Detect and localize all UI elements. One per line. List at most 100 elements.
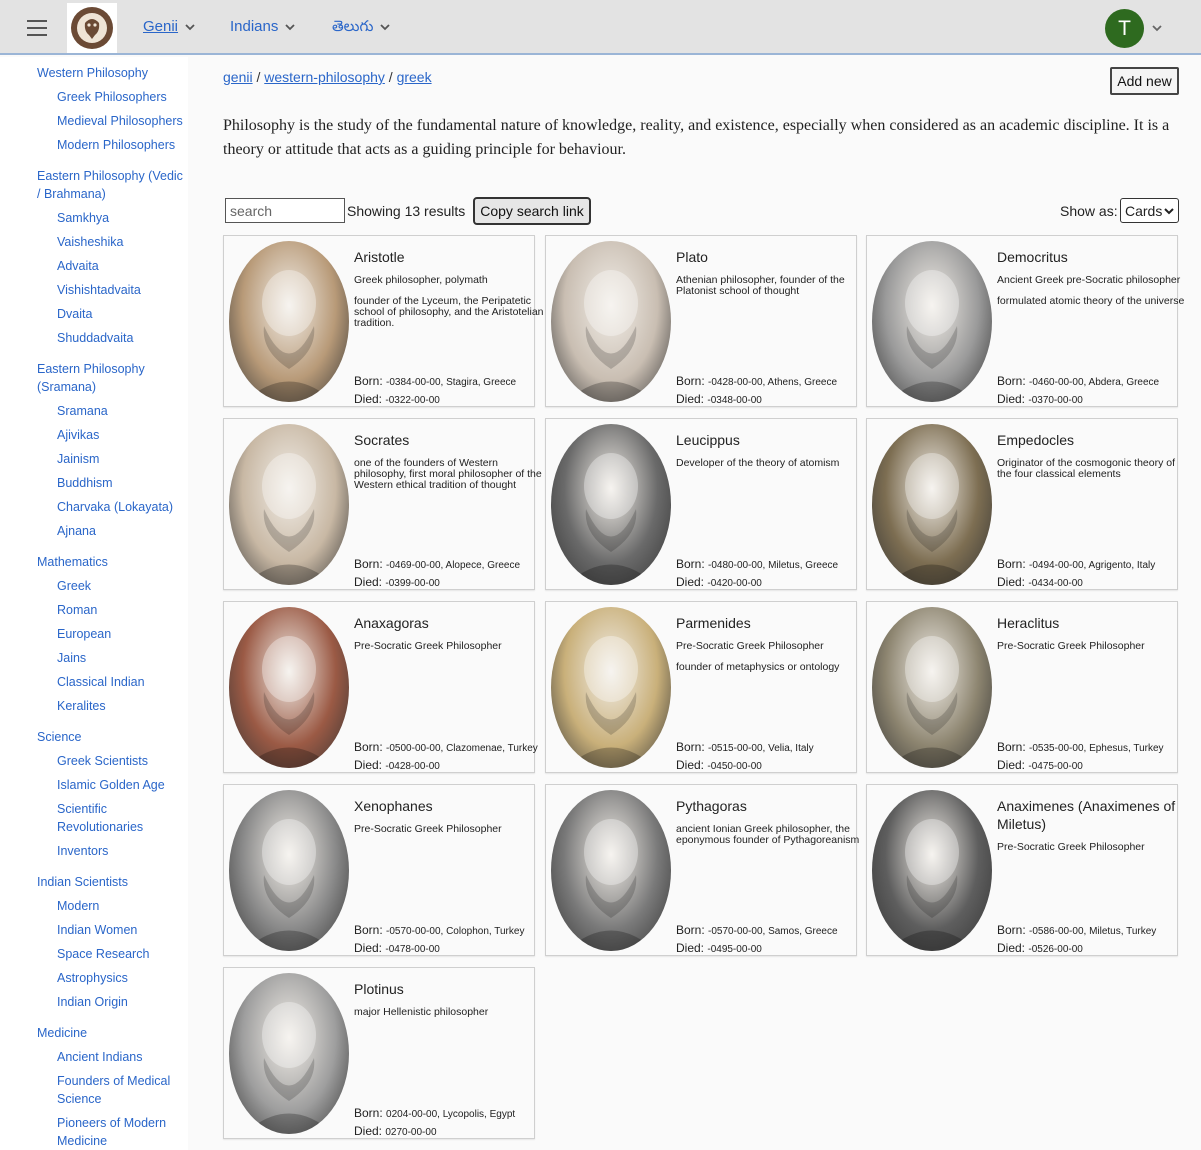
person-card[interactable]: Aristotle Greek philosopher, polymath foun… (223, 235, 544, 407)
person-card[interactable]: Heraclitus Pre-Socratic Greek Philosopher… (866, 601, 1178, 773)
sidebar-item[interactable]: Astrophysics (37, 966, 188, 990)
died-value: -0420-00-00 (707, 578, 762, 589)
died-value: -0370-00-00 (1028, 395, 1083, 406)
born-label: Born: (354, 374, 383, 388)
card-body: Aristotle Greek philosopher, polymath foun… (354, 248, 544, 406)
born-value: -0494-00-00, Agrigento, Italy (1029, 560, 1156, 571)
card-name: Leucippus (676, 432, 740, 448)
card-name: Heraclitus (997, 615, 1060, 631)
breadcrumb-link-western-philosophy[interactable]: western-philosophy (264, 69, 385, 85)
card-description: formulated atomic theory of the universe (997, 295, 1185, 307)
sidebar-item[interactable]: European (37, 622, 188, 646)
sidebar-item[interactable]: Pioneers of Modern Medicine (37, 1111, 188, 1150)
sidebar-item[interactable]: Modern Philosophers (37, 133, 188, 157)
portrait-image (872, 424, 992, 585)
sidebar-item[interactable]: Vaisheshika (37, 230, 188, 254)
sidebar-item[interactable]: Roman (37, 598, 188, 622)
add-new-button[interactable]: Add new (1110, 67, 1179, 95)
results-count: Showing 13 results (347, 203, 466, 219)
sidebar-item[interactable]: Medieval Philosophers (37, 109, 188, 133)
portrait-image (229, 424, 349, 585)
person-card[interactable]: Socrates one of the founders of Western p… (223, 418, 542, 590)
nav-menu-genii[interactable]: Genii (143, 18, 196, 36)
person-card[interactable]: Parmenides Pre-Socratic Greek Philosopher… (545, 601, 857, 773)
sidebar-item[interactable]: Greek Scientists (37, 749, 188, 773)
card-description: Athenian philosopher, founder of the Pla… (676, 274, 845, 297)
card-died: Died: -0434-00-00 (997, 575, 1083, 589)
sidebar-category[interactable]: Medicine (37, 1021, 188, 1045)
copy-search-link-button[interactable]: Copy search link (473, 197, 591, 225)
show-as-select[interactable]: Cards (1120, 198, 1179, 223)
breadcrumb-link-genii[interactable]: genii (223, 69, 253, 85)
sidebar-category[interactable]: Eastern Philosophy (Vedic / Brahmana) (37, 164, 188, 206)
card-name: Democritus (997, 249, 1068, 265)
sidebar-item[interactable]: Ajnana (37, 519, 188, 543)
site-logo[interactable] (67, 3, 117, 53)
sidebar-item[interactable]: Islamic Golden Age (37, 773, 188, 797)
sidebar-item[interactable]: Modern (37, 894, 188, 918)
sidebar-item[interactable]: Sramana (37, 399, 188, 423)
search-input[interactable] (225, 198, 345, 223)
sidebar-category[interactable]: Eastern Philosophy (Sramana) (37, 357, 188, 399)
sidebar-item[interactable]: Scientific Revolutionaries (37, 797, 188, 839)
born-value: -0570-00-00, Colophon, Turkey (386, 926, 525, 937)
sidebar-item[interactable]: Founders of Medical Science (37, 1069, 188, 1111)
card-born: Born: -0500-00-00, Clazomenae, Turkey (354, 740, 538, 754)
portrait-image (551, 790, 671, 951)
person-card[interactable]: Anaximenes (Anaximenes of Miletus) Pre-So… (866, 784, 1178, 956)
sidebar-item[interactable]: Charvaka (Lokayata) (37, 495, 188, 519)
sidebar-group: Mathematics Greek Roman European Jains Classi… (0, 550, 188, 718)
sidebar-item[interactable]: Greek Philosophers (37, 85, 188, 109)
card-born: Born: -0586-00-00, Miletus, Turkey (997, 923, 1156, 937)
sidebar-category[interactable]: Mathematics (37, 550, 188, 574)
sidebar-item[interactable]: Jainism (37, 447, 188, 471)
person-card[interactable]: Plato Athenian philosopher, founder of th… (545, 235, 857, 407)
born-value: -0570-00-00, Samos, Greece (708, 926, 838, 937)
sidebar-item[interactable]: Ajivikas (37, 423, 188, 447)
died-label: Died: (676, 941, 705, 955)
person-card[interactable]: Plotinus major Hellenistic philosopher Bor… (223, 967, 535, 1139)
sidebar-item[interactable]: Inventors (37, 839, 188, 863)
card-name: Aristotle (354, 249, 405, 265)
sidebar-item[interactable]: Jains (37, 646, 188, 670)
sidebar-group: Science Greek Scientists Islamic Golden Ag… (0, 725, 188, 863)
sidebar-category[interactable]: Indian Scientists (37, 870, 188, 894)
sidebar-item[interactable]: Keralites (37, 694, 188, 718)
person-card[interactable]: Pythagoras ancient Ionian Greek philosoph… (545, 784, 859, 956)
card-body: Socrates one of the founders of Western p… (354, 431, 544, 589)
person-card[interactable]: Democritus Ancient Greek pre-Socratic phi… (866, 235, 1184, 407)
nav-menu-telugu[interactable]: తెలుగు (332, 18, 391, 36)
card-died: Died: -0370-00-00 (997, 392, 1083, 406)
sidebar-item[interactable]: Buddhism (37, 471, 188, 495)
sidebar-item[interactable]: Samkhya (37, 206, 188, 230)
person-card[interactable]: Anaxagoras Pre-Socratic Greek Philosopher… (223, 601, 538, 773)
sidebar-item[interactable]: Advaita (37, 254, 188, 278)
sidebar-item[interactable]: Shuddadvaita (37, 326, 188, 350)
menu-icon[interactable] (27, 20, 47, 36)
breadcrumb: genii / western-philosophy / greek (223, 69, 432, 85)
died-value: -0478-00-00 (385, 944, 440, 955)
born-label: Born: (997, 374, 1026, 388)
sidebar-item[interactable]: Indian Origin (37, 990, 188, 1014)
person-card[interactable]: Empedocles Originator of the cosmogonic t… (866, 418, 1178, 590)
sidebar-item[interactable]: Classical Indian (37, 670, 188, 694)
person-card[interactable]: Xenophanes Pre-Socratic Greek Philosopher… (223, 784, 535, 956)
sidebar-item[interactable]: Vishishtadvaita (37, 278, 188, 302)
sidebar-item[interactable]: Ancient Indians (37, 1045, 188, 1069)
chevron-down-icon[interactable] (1151, 22, 1163, 34)
sidebar-category[interactable]: Western Philosophy (37, 61, 188, 85)
sidebar-item[interactable]: Space Research (37, 942, 188, 966)
card-name: Xenophanes (354, 798, 433, 814)
sidebar-item[interactable]: Indian Women (37, 918, 188, 942)
person-card[interactable]: Leucippus Developer of the theory of atom… (545, 418, 857, 590)
user-avatar[interactable]: T (1105, 9, 1144, 48)
born-label: Born: (676, 374, 705, 388)
sidebar-category[interactable]: Science (37, 725, 188, 749)
card-born: Born: -0494-00-00, Agrigento, Italy (997, 557, 1155, 571)
card-born: Born: -0570-00-00, Colophon, Turkey (354, 923, 524, 937)
sidebar-item[interactable]: Greek (37, 574, 188, 598)
breadcrumb-link-greek[interactable]: greek (397, 69, 432, 85)
sidebar-item[interactable]: Dvaita (37, 302, 188, 326)
nav-menu-indians[interactable]: Indians (230, 18, 296, 36)
born-label: Born: (354, 740, 383, 754)
